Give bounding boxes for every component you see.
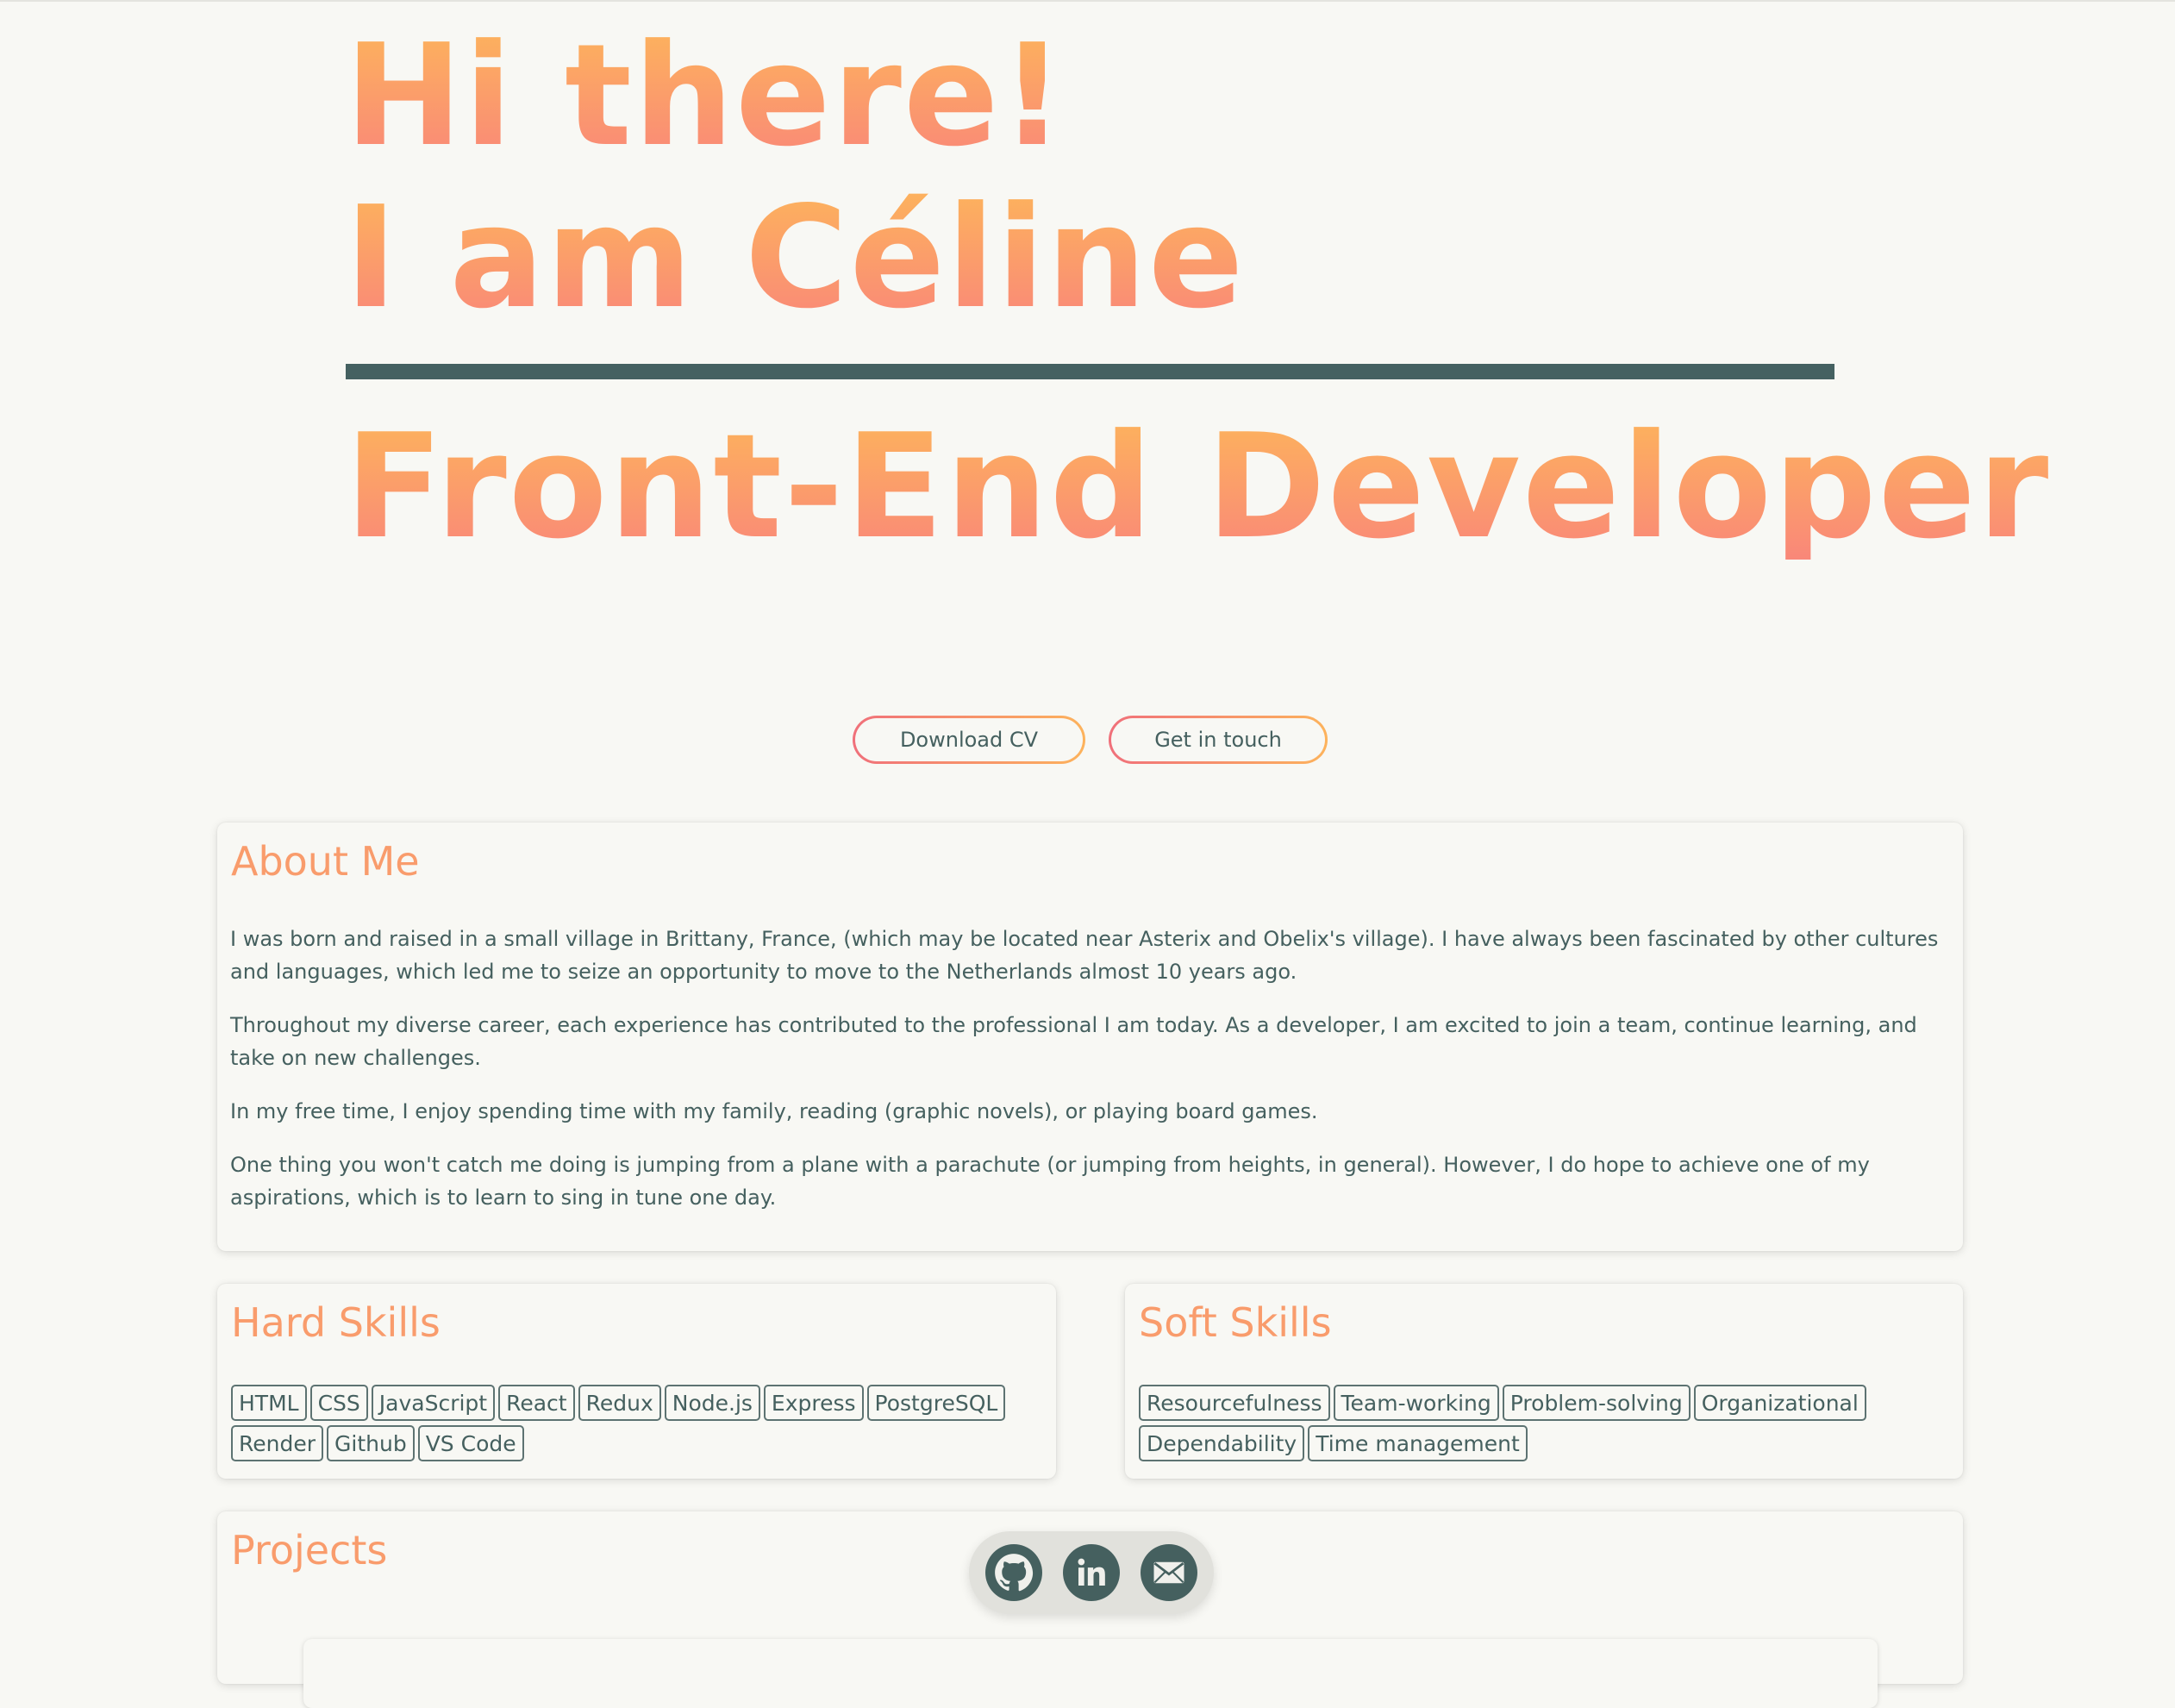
about-paragraph: Throughout my diverse career, each exper… [230,1013,1917,1070]
skill-tag: Express [763,1385,864,1421]
skill-tag: Team-working [1333,1385,1499,1421]
skill-tag: PostgreSQL [866,1385,1006,1421]
about-paragraph: I was born and raised in a small village… [230,927,1939,984]
hero-role: Front-End Developer [345,404,2051,571]
about-paragraph: One thing you won't catch me doing is ju… [230,1153,1870,1210]
skill-tag: VS Code [417,1425,524,1461]
about-card: About Me I was born and raised in a smal… [217,823,1963,1251]
project-item [303,1639,1878,1708]
linkedin-icon [1078,1558,1105,1586]
skill-tag: HTML [231,1385,307,1421]
skill-tag: Organizational [1693,1385,1866,1421]
mail-icon [1153,1561,1184,1584]
hard-skills-title: Hard Skills [231,1299,441,1346]
github-link[interactable] [985,1544,1042,1601]
skill-tag: Dependability [1139,1425,1305,1461]
top-border [0,0,2175,2]
skill-tag: Resourcefulness [1139,1385,1330,1421]
soft-skills-title: Soft Skills [1139,1299,1332,1346]
skill-tag: Redux [578,1385,661,1421]
hero-divider [346,364,1834,379]
skill-tag: React [498,1385,575,1421]
soft-skills-list: Resourcefulness Team-working Problem-sol… [1139,1385,1949,1466]
email-link[interactable] [1141,1544,1197,1601]
skill-tag: Render [231,1425,324,1461]
download-cv-button[interactable]: Download CV [853,716,1085,764]
hard-skills-card: Hard Skills HTML CSS JavaScript React Re… [217,1284,1056,1479]
about-paragraph: In my free time, I enjoy spending time w… [230,1099,1318,1123]
linkedin-link[interactable] [1063,1544,1120,1601]
skill-tag: Problem-solving [1502,1385,1691,1421]
projects-title: Projects [231,1527,388,1573]
about-title: About Me [231,838,420,885]
skill-tag: Github [327,1425,415,1461]
skill-tag: Time management [1308,1425,1528,1461]
skill-tag: Node.js [664,1385,760,1421]
soft-skills-card: Soft Skills Resourcefulness Team-working… [1125,1284,1963,1479]
about-text: I was born and raised in a small village… [230,923,1946,1235]
hero-name: I am Céline [345,177,1246,340]
hero-greeting: Hi there! [345,15,1066,178]
skill-tag: CSS [309,1385,368,1421]
hard-skills-list: HTML CSS JavaScript React Redux Node.js … [231,1385,1041,1466]
skill-tag: JavaScript [371,1385,496,1421]
social-links-bar [969,1531,1214,1614]
github-icon [995,1554,1034,1592]
get-in-touch-button[interactable]: Get in touch [1109,716,1328,764]
